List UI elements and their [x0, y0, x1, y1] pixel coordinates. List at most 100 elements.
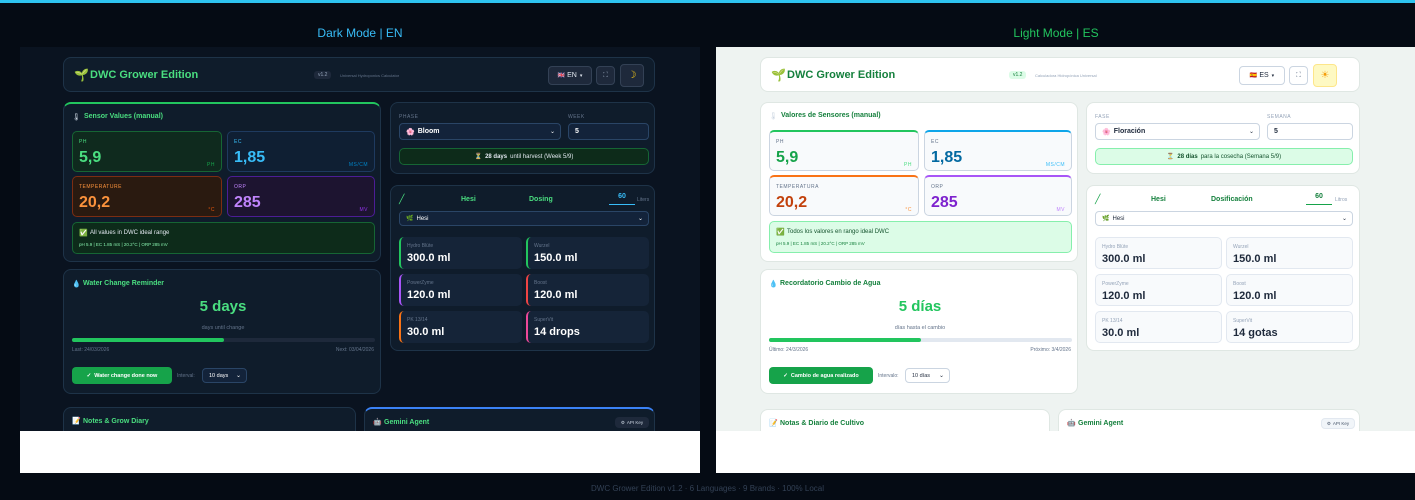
api-key-button[interactable]: ⚙ API Key	[615, 417, 649, 428]
thermometer-icon: 🌡	[769, 113, 778, 120]
temperature-tile[interactable]: TEMPERATURA 20,2 °C	[769, 175, 919, 216]
droplet-icon: 💧	[72, 281, 81, 288]
nutrient-name: Boost	[1233, 281, 1246, 287]
interval-label: Intervalo:	[878, 373, 899, 379]
week-input[interactable]: 5	[568, 123, 649, 140]
chevron-down-icon: ⌄	[1341, 216, 1347, 222]
sensor-values-card: 🌡 Valores de Sensores (manual) PH 5,9 PH…	[760, 102, 1078, 262]
orp-value: 285	[234, 194, 261, 211]
brand-select[interactable]: 🌿 Hesi ⌄	[1095, 211, 1353, 226]
sun-icon: ☀	[1320, 70, 1330, 81]
nutrient-tile: Wurzel 150.0 ml	[526, 237, 649, 269]
nutrient-tile: Boost 120.0 ml	[526, 274, 649, 306]
notes-title: Notas & Diario de Cultivo	[780, 420, 865, 427]
language-select[interactable]: 🇬🇧 EN ▾	[548, 66, 592, 85]
water-progress-fill	[769, 338, 921, 342]
harvest-countdown: ⏳ 28 days until harvest (Week 5/9)	[399, 148, 649, 165]
hourglass-icon: ⏳	[474, 154, 483, 160]
ph-tile[interactable]: PH 5,9 PH	[72, 131, 222, 172]
temperature-value: 20,2	[79, 194, 111, 211]
water-card-title: Recordatorio Cambio de Agua	[780, 280, 881, 287]
sprout-icon: 🌱	[771, 68, 786, 82]
week-input[interactable]: 5	[1267, 123, 1353, 140]
sensor-status-box: ✅ Todos los valores en rango ideal DWC p…	[769, 221, 1072, 253]
top-accent-bar	[0, 0, 1415, 3]
temperature-tile[interactable]: TEMPERATURE 20,2 °C	[72, 176, 222, 217]
theme-toggle-button[interactable]: ☽	[620, 64, 644, 87]
ph-unit: PH	[207, 162, 215, 168]
thermometer-icon: 🌡	[72, 114, 81, 121]
days-until-change: 5 días	[898, 298, 942, 315]
dark-mode-screenshot: 🌱 DWC Grower Edition v1.2 Universal Hydr…	[20, 47, 700, 473]
nutrient-name: Wurzel	[534, 243, 550, 249]
water-change-card: 💧 Recordatorio Cambio de Agua 5 días día…	[760, 269, 1078, 394]
orp-label: ORP	[931, 184, 944, 190]
app-brand: DWC Grower Edition	[787, 69, 896, 81]
water-change-card: 💧 Water Change Reminder 5 days days unti…	[63, 269, 381, 394]
harvest-countdown: ⏳ 28 días para la cosecha (Semana 5/9)	[1095, 148, 1353, 165]
api-key-button[interactable]: ⚙ API Key	[1321, 418, 1355, 429]
nutrient-tile: SuperVit 14 gotas	[1226, 311, 1353, 343]
liters-input[interactable]: 60	[609, 193, 635, 205]
nutrient-tile: Boost 120.0 ml	[1226, 274, 1353, 306]
blossom-icon: 🌸	[406, 128, 415, 136]
fullscreen-button[interactable]: ⛶	[1289, 66, 1308, 85]
check-icon: ✓	[783, 372, 788, 379]
chevron-down-icon: ▾	[579, 72, 583, 79]
sensor-card-title: Sensor Values (manual)	[84, 113, 163, 120]
nutrient-amount: 120.0 ml	[407, 289, 451, 301]
next-change: Next: 03/04/2026	[335, 347, 374, 353]
temperature-label: TEMPERATURA	[776, 184, 819, 190]
interval-select[interactable]: 10 days ⌄	[202, 368, 247, 383]
brand-select[interactable]: 🌿 Hesi ⌄	[399, 211, 649, 226]
days-until-change: 5 days	[199, 298, 247, 315]
sensor-values-card: 🌡 Sensor Values (manual) PH 5,9 PH EC 1,…	[63, 102, 381, 262]
nutrient-name: PowerZyme	[407, 280, 434, 286]
liters-input[interactable]: 60	[1306, 193, 1332, 205]
dosing-title: Dosificación	[1211, 196, 1253, 203]
chevron-down-icon: ▾	[1271, 72, 1275, 79]
phase-select[interactable]: 🌸 Floración ⌄	[1095, 123, 1260, 140]
orp-unit: MV	[359, 207, 368, 213]
nutrient-amount: 150.0 ml	[1233, 253, 1277, 265]
fullscreen-icon: ⛶	[1296, 71, 1301, 79]
ec-tile[interactable]: EC 1,85 MS/CM	[227, 131, 375, 172]
phase-label: FASE	[1095, 114, 1110, 120]
ph-label: PH	[79, 139, 87, 145]
ph-tile[interactable]: PH 5,9 PH	[769, 130, 919, 171]
ec-tile[interactable]: EC 1,85 MS/CM	[924, 130, 1072, 171]
nutrient-amount: 300.0 ml	[407, 252, 451, 264]
theme-toggle-button[interactable]: ☀	[1313, 64, 1337, 87]
water-change-done-button[interactable]: ✓ Cambio de agua realizado	[769, 367, 873, 384]
nutrient-tile: PowerZyme 120.0 ml	[399, 274, 522, 306]
sensor-card-title: Valores de Sensores (manual)	[781, 112, 881, 119]
app-header: 🌱 DWC Grower Edition v1.2 Calculadora Hi…	[760, 57, 1360, 92]
cropped-blank-area	[20, 431, 700, 473]
orp-tile[interactable]: ORP 285 MV	[924, 175, 1072, 216]
ec-unit: MS/CM	[1045, 162, 1065, 168]
fullscreen-button[interactable]: ⛶	[596, 66, 615, 85]
ph-value: 5,9	[776, 149, 799, 166]
orp-tile[interactable]: ORP 285 MV	[227, 176, 375, 217]
phase-select[interactable]: 🌸 Bloom ⌄	[399, 123, 561, 140]
nutrient-tile: Hydro Blüte 300.0 ml	[399, 237, 522, 269]
nutrient-amount: 30.0 ml	[1102, 327, 1140, 339]
phase-label: PHASE	[399, 114, 419, 120]
robot-icon: 🤖	[1067, 420, 1076, 427]
language-select[interactable]: 🇪🇸 ES ▾	[1239, 66, 1285, 85]
nutrient-tile: PK 13/14 30.0 ml	[1095, 311, 1222, 343]
temperature-value: 20,2	[776, 194, 808, 211]
temperature-label: TEMPERATURE	[79, 184, 122, 190]
interval-select[interactable]: 10 días ⌄	[905, 368, 950, 383]
hourglass-icon: ⏳	[1166, 154, 1175, 160]
water-change-done-button[interactable]: ✓ Water change done now	[72, 367, 172, 384]
moon-icon: ☽	[627, 70, 637, 81]
chevron-down-icon: ⌄	[1248, 129, 1254, 135]
orp-value: 285	[931, 194, 958, 211]
app-header: 🌱 DWC Grower Edition v1.2 Universal Hydr…	[63, 57, 655, 92]
sensor-status-detail: pH 5.9 | EC 1.85 mS | 20.2°C | ORP 285 m…	[776, 241, 865, 246]
nutrient-tile: PowerZyme 120.0 ml	[1095, 274, 1222, 306]
nutrient-name: Hydro Blüte	[1102, 244, 1129, 250]
next-change: Próximo: 3/4/2026	[1030, 347, 1071, 353]
dosing-brand: Hesi	[461, 196, 476, 203]
